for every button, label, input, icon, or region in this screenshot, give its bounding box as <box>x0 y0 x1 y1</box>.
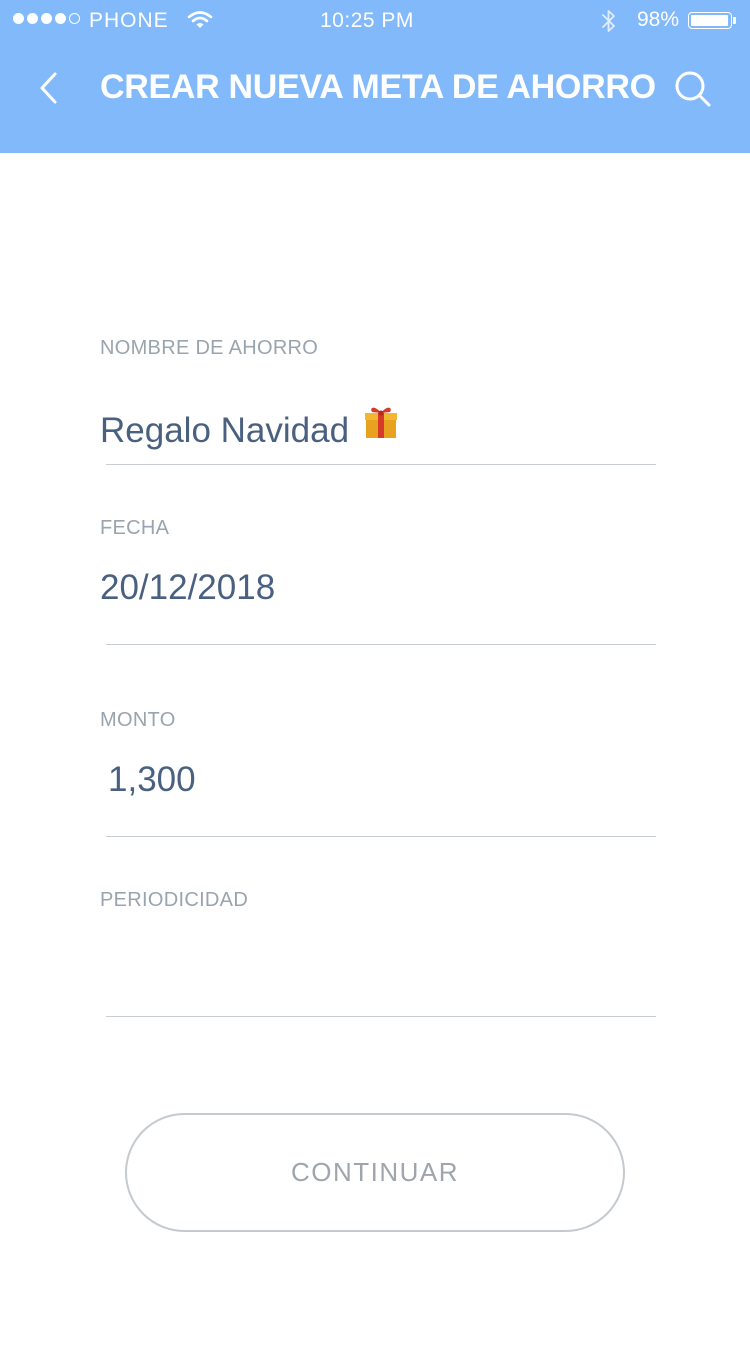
nombre-value[interactable]: Regalo Navidad <box>100 407 399 455</box>
fecha-field[interactable]: FECHA 20/12/2018 <box>100 510 656 650</box>
continue-button[interactable]: CONTINUAR <box>125 1113 625 1232</box>
page-title: CREAR NUEVA META DE AHORRO <box>100 68 656 106</box>
fecha-value[interactable]: 20/12/2018 <box>100 568 275 608</box>
back-button[interactable] <box>30 64 70 112</box>
status-bar: PHONE 10:25 PM 98% <box>0 0 750 40</box>
status-time: 10:25 PM <box>320 9 414 32</box>
search-icon <box>675 71 711 107</box>
nombre-label: NOMBRE DE AHORRO <box>100 337 319 359</box>
app-header: PHONE 10:25 PM 98% CREAR NUEVA META DE A… <box>0 0 750 153</box>
signal-strength-icon <box>13 13 80 24</box>
periodicidad-field[interactable]: PERIODICIDAD <box>100 882 656 1022</box>
nombre-value-text: Regalo Navidad <box>100 410 350 450</box>
periodicidad-label: PERIODICIDAD <box>100 889 249 911</box>
monto-value[interactable]: 1,300 <box>108 760 196 800</box>
carrier-name: PHONE <box>89 9 169 32</box>
gift-icon <box>363 404 399 449</box>
monto-underline <box>106 836 656 837</box>
monto-label: MONTO <box>100 709 176 731</box>
battery-percent: 98% <box>637 8 680 31</box>
fecha-underline <box>106 644 656 645</box>
chevron-left-icon <box>40 72 57 104</box>
monto-field[interactable]: MONTO 1,300 <box>100 702 656 842</box>
search-button[interactable] <box>672 68 714 110</box>
nombre-field[interactable]: NOMBRE DE AHORRO Regalo Navidad <box>100 330 656 470</box>
periodicidad-underline <box>106 1016 656 1017</box>
wifi-icon <box>187 10 213 36</box>
fecha-label: FECHA <box>100 517 170 539</box>
nombre-underline <box>106 464 656 465</box>
battery-icon <box>688 12 732 29</box>
bluetooth-icon <box>600 8 618 40</box>
